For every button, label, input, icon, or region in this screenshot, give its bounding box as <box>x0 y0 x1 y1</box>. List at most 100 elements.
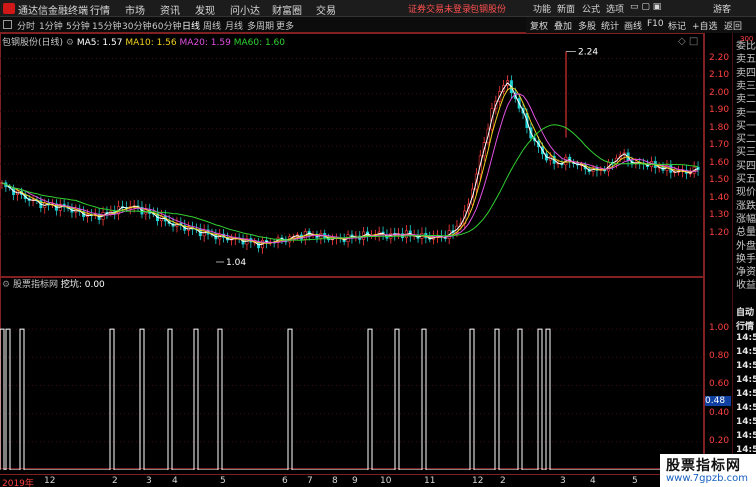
legend-ma60: MA60: 1.60 <box>233 38 286 48</box>
legend-ma5: MA5: 1.57 <box>76 38 123 48</box>
period-multi[interactable]: 多周期 <box>247 19 274 32</box>
side-tick-label: 14:5 <box>736 431 756 441</box>
date-axis-label: 8 <box>332 476 338 486</box>
toolbar-fuquan[interactable]: 复权 <box>530 19 548 32</box>
period-5min[interactable]: 5分钟 <box>66 19 90 32</box>
low-label: 1.04 <box>226 258 246 268</box>
trade-login-tip[interactable]: 证券交易未登录 <box>408 2 471 15</box>
side-label: 收益 <box>736 280 756 292</box>
menu-hangqing[interactable]: 行情 <box>90 2 110 17</box>
menu-xinmian[interactable]: 新面 <box>557 2 575 15</box>
period-month[interactable]: 月线 <box>225 19 243 32</box>
layout-icon[interactable] <box>3 20 12 29</box>
side-tick-label: 14:5 <box>736 333 756 343</box>
toolbar-diejia[interactable]: 叠加 <box>554 19 572 32</box>
date-axis-label: 12 <box>44 476 56 486</box>
indicator-legend: ⚙ 股票指标网 挖坑: 0.00 <box>2 277 105 290</box>
menu-shichang[interactable]: 市场 <box>125 2 145 17</box>
settings-icon[interactable]: ⚙ <box>66 38 74 48</box>
side-tick-label: 14:5 <box>736 347 756 357</box>
chart-corner-icons[interactable]: ◇ □ <box>678 36 698 47</box>
toolbar-fanhui[interactable]: 返回 <box>724 19 742 32</box>
side-tick-label: 14:5 <box>736 389 756 399</box>
toolbar-huaxian[interactable]: 画线 <box>624 19 642 32</box>
indicator-settings-icon[interactable]: ⚙ <box>2 280 10 290</box>
price-axis-label: 1.90 <box>709 105 730 116</box>
price-axis-label: 1.80 <box>709 122 730 133</box>
date-axis-label: 2 <box>112 476 118 486</box>
date-axis: 2019年 12 2 3 4 5 6 7 8 9 10 11 12 2 3 4 5 <box>0 474 660 487</box>
indicator-axis-label: 0.20 <box>709 435 730 446</box>
menu-faxian[interactable]: 发现 <box>195 2 215 17</box>
side-tick-label[interactable]: 行情 <box>736 319 754 332</box>
indicator-value: 挖坑: 0.00 <box>60 280 105 290</box>
menu-gongneng[interactable]: 功能 <box>533 2 551 15</box>
legend-ma20: MA20: 1.59 <box>179 38 231 48</box>
side-tick-label: 14:5 <box>736 361 756 371</box>
date-axis-label: 6 <box>282 476 288 486</box>
menu-xuanxiang[interactable]: 选项 <box>606 2 624 15</box>
date-axis-label: 11 <box>424 476 436 486</box>
guest-label[interactable]: 游客 <box>713 2 731 15</box>
app-logo-icon <box>3 3 15 14</box>
side-tick-label: 14:5 <box>736 417 756 427</box>
date-axis-label: 4 <box>172 476 178 486</box>
watermark-title: 股票指标网 <box>666 458 741 474</box>
side-tick-label: 14:5 <box>736 403 756 413</box>
date-axis-label: 12 <box>472 476 484 486</box>
indicator-axis-label: 0.60 <box>709 379 730 390</box>
menu-jiaoyi[interactable]: 交易 <box>316 2 336 17</box>
period-15min[interactable]: 15分钟 <box>92 19 121 32</box>
toolbar-biaoji[interactable]: 标记 <box>668 19 686 32</box>
date-axis-label: 9 <box>352 476 358 486</box>
price-axis-top-label: 300 <box>740 35 754 43</box>
watermark-url: www.7gpzb.com <box>666 473 748 484</box>
toolbar-tongji[interactable]: 统计 <box>601 19 619 32</box>
date-axis-label: 5 <box>632 476 638 486</box>
menu-wenxiaoda[interactable]: 问小达 <box>230 2 260 17</box>
ma5-line <box>1 82 699 246</box>
side-tick-label[interactable]: 自动 <box>736 305 754 318</box>
date-axis-label: 4 <box>590 476 596 486</box>
date-axis-label: 5 <box>220 476 226 486</box>
wakeng-line <box>0 328 704 470</box>
main-legend: 包钢股份(日线) ⚙ MA5: 1.57 MA10: 1.56 MA20: 1.… <box>2 35 285 48</box>
menu-caifuquan[interactable]: 财富圈 <box>272 2 302 17</box>
period-1min[interactable]: 1分钟 <box>39 19 63 32</box>
indicator-panel-frame <box>0 277 704 469</box>
price-axis-label: 2.10 <box>709 70 730 81</box>
period-day[interactable]: 日线 <box>182 19 200 32</box>
period-60min[interactable]: 60分钟 <box>152 19 181 32</box>
period-more[interactable]: 更多 <box>276 19 294 32</box>
date-axis-label: 2 <box>500 476 506 486</box>
indicator-axis-label: 0.80 <box>709 351 730 362</box>
menu-zixun[interactable]: 资讯 <box>160 2 180 17</box>
indicator-name: 股票指标网 <box>12 280 58 290</box>
period-30min[interactable]: 30分钟 <box>122 19 151 32</box>
menu-gongshi[interactable]: 公式 <box>582 2 600 15</box>
high-label: 2.24 <box>578 48 598 58</box>
stock-title: 包钢股份(日线) <box>2 38 64 48</box>
price-axis-label: 1.50 <box>709 175 730 186</box>
toolbar-f10[interactable]: F10 <box>647 19 664 29</box>
chart-toolbar: 复权 叠加 多股 统计 画线 F10 标记 +自选 返回 <box>526 17 756 33</box>
period-fenshi[interactable]: 分时 <box>17 19 35 32</box>
price-axis-label: 1.30 <box>709 210 730 221</box>
site-watermark: 股票指标网 www.7gpzb.com <box>660 454 756 487</box>
date-axis-label: 3 <box>560 476 566 486</box>
price-axis-label: 2.00 <box>709 87 730 98</box>
indicator-axis-label: 0.40 <box>709 407 730 418</box>
kline-chart[interactable]: 2.24 1.04 <box>0 33 704 470</box>
date-axis-label: 10 <box>380 476 392 486</box>
indicator-axis-label: 1.00 <box>709 323 730 334</box>
toolbar-zixuan[interactable]: +自选 <box>692 19 718 32</box>
period-week[interactable]: 周线 <box>203 19 221 32</box>
toolbar-duogu[interactable]: 多股 <box>578 19 596 32</box>
price-axis-label: 1.60 <box>709 157 730 168</box>
ma60-line <box>1 124 699 241</box>
price-axis-label: 2.20 <box>709 52 730 63</box>
side-tick-label: 14:5 <box>736 375 756 385</box>
date-axis-label: 7 <box>307 476 313 486</box>
window-icons[interactable]: ▭ ▢ ▣ <box>630 2 661 12</box>
quote-side-panel: 委比 卖五 卖四 卖三 卖二 卖一 买一 买二 买三 买四 买五 现价 涨跌 涨幅 总量 外盘 换手 净资 收益 自动… <box>732 33 756 470</box>
